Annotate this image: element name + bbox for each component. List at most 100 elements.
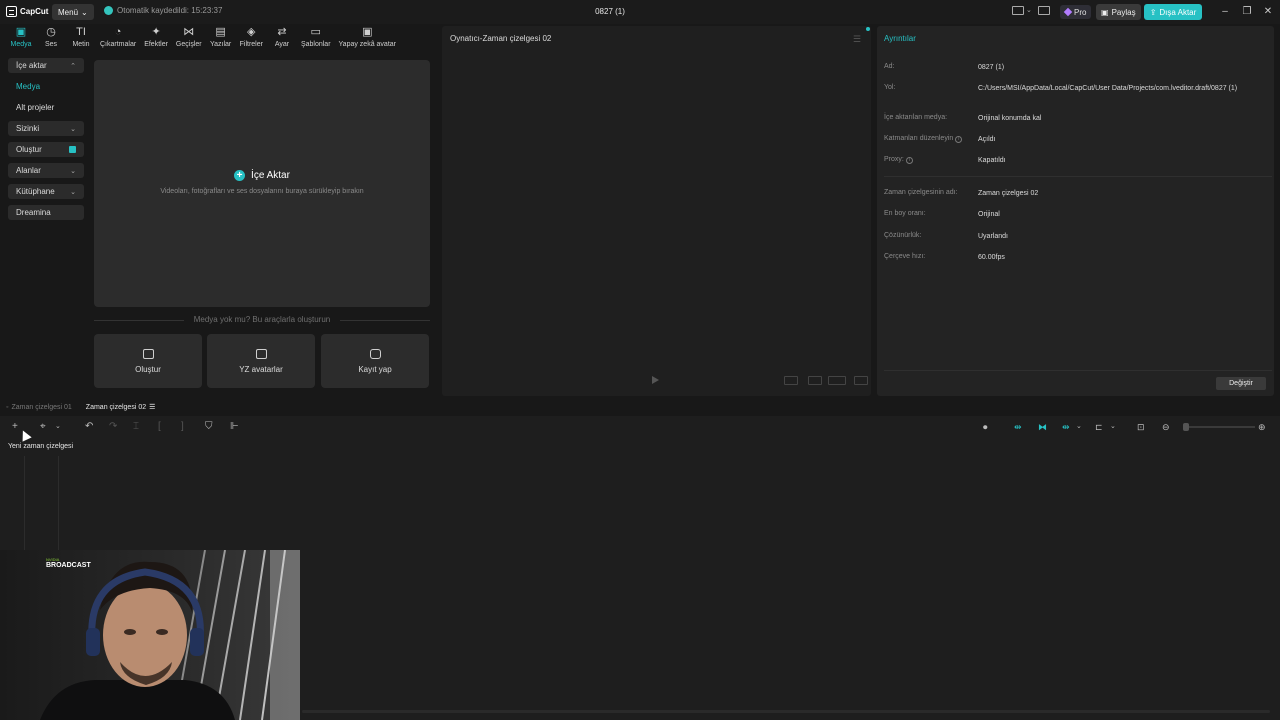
tool-captions[interactable]: ▤ Yazılar [206,26,236,52]
details-title: Ayrıntılar [884,34,916,43]
tool-label: Şablonlar [300,41,331,48]
new-timeline-plus-icon[interactable]: + [12,422,18,432]
share-icon: ▣ [1101,7,1109,17]
microphone-icon[interactable]: ⏺ [983,422,988,432]
fullscreen-icon[interactable] [854,376,868,385]
layout-icon[interactable] [1012,6,1024,15]
split-icon[interactable]: ⌶ [133,422,139,432]
sidebar-item-create[interactable]: Oluştur [8,142,84,157]
detail-value: Uyarlandı [978,233,1008,240]
tool-transitions[interactable]: ⋈ Geçişler [172,26,206,52]
sidebar-item-import[interactable]: İçe aktar ⌃ [8,58,84,73]
zoom-in-icon[interactable]: ⊕ [1258,422,1266,432]
tool-text[interactable]: TI Metin [66,26,96,52]
detail-row-imported-media: İçe aktarılan medya: Orijinal konumda ka… [884,114,1269,123]
undo-icon[interactable]: ↶ [85,422,93,432]
detail-key: Yol: [884,84,896,91]
create-card[interactable]: Oluştur [94,334,202,388]
tool-media[interactable]: ▣ Medya [6,26,36,52]
create-icon [142,348,154,359]
magnet-icon[interactable]: ⧓ [1038,422,1047,432]
snap-icon[interactable]: ⇹ [1062,422,1070,432]
change-button[interactable]: Değiştir [1216,377,1266,390]
tool-stickers[interactable]: ◔ Çıkartmalar [96,26,140,52]
shortcuts-icon[interactable] [1038,6,1050,15]
sidebar-item-label: Dreamina [16,208,51,217]
tool-templates[interactable]: ▭ Şablonlar [297,26,335,52]
tool-audio[interactable]: ◷ Ses [36,26,66,52]
webcam-image [0,550,300,720]
chevron-down-icon[interactable]: ⌄ [1076,422,1082,432]
tooltip: Yeni zaman çizelgesi [8,443,74,453]
chevron-down-icon[interactable]: ⌄ [55,422,61,432]
zoom-slider[interactable] [1185,426,1255,428]
menu-button[interactable]: Menü ⌄ [52,4,94,20]
media-icon: ▣ [15,26,27,38]
close-icon[interactable]: ✕ [1261,5,1275,19]
chevron-down-icon: ⌄ [70,188,76,196]
quality-icon[interactable] [828,376,846,385]
info-icon[interactable]: i [905,157,913,164]
record-card[interactable]: Kayıt yap [321,334,429,388]
timeline-scrollbar[interactable] [302,710,1270,713]
detail-row-frame-rate: Çerçeve hızı: 60.00fps [884,253,1269,262]
detail-key: En boy oranı: [884,210,926,217]
sidebar-item-yours[interactable]: Sizinki ⌄ [8,121,84,136]
zoom-out-icon[interactable]: ⊖ [1162,422,1170,432]
tab-timeline-01[interactable]: ◦ Zaman çizelgesi 01 [6,401,72,413]
minimize-icon[interactable]: – [1218,5,1232,19]
detail-row-resolution: Çözünürlük: Uyarlandı [884,232,1269,241]
trim-left-icon[interactable]: [ [158,422,161,432]
shield-icon[interactable]: ⛉ [205,422,213,432]
sidebar-item-dreamina[interactable]: Dreamina [8,205,84,220]
ratio-icon[interactable] [784,376,798,385]
captions-toggle-icon[interactable]: ⊡ [1137,422,1145,432]
fit-icon[interactable] [808,376,822,385]
detail-key: Katmanları düzenleyin i [884,135,978,144]
tab-label: Zaman çizelgesi 02 [85,403,147,411]
detail-row-aspect-ratio: En boy oranı: Orijinal [884,210,1269,219]
sidebar-item-spaces[interactable]: Alanlar ⌄ [8,163,84,178]
project-title: 0827 (1) [595,7,625,16]
play-icon[interactable] [652,376,659,384]
preview-axis-icon[interactable]: ⊏ [1095,422,1103,432]
select-cursor-icon[interactable]: ⌖ [40,422,46,432]
sidebar-item-media[interactable]: Medya [8,79,84,94]
sidebar-item-subprojects[interactable]: Alt projeler [8,100,84,115]
tool-filters[interactable]: ◈ Filtreler [236,26,267,52]
tool-adjust[interactable]: ⇄ Ayar [267,26,297,52]
divider [884,370,1272,371]
tool-effects[interactable]: ✦ Efektler [140,26,172,52]
tool-label: Filtreler [239,41,263,48]
export-button[interactable]: ⇪ Dışa Aktar [1144,4,1202,20]
share-label: Paylaş [1111,7,1136,17]
sidebar-item-library[interactable]: Kütüphane ⌄ [8,184,84,199]
track-divider [58,456,59,550]
filters-icon: ◈ [247,26,256,38]
marker-icon[interactable]: ⊩ [230,422,239,432]
restore-icon[interactable]: ❐ [1240,5,1254,19]
list-icon[interactable]: ☰ [149,403,155,411]
link-clips-icon[interactable]: ⇹ [1014,422,1022,432]
media-drop-zone[interactable]: + İçe Aktar Videoları, fotoğrafları ve s… [94,60,430,307]
app-name: CapCut [20,7,49,16]
chevron-down-icon[interactable]: ⌄ [1026,6,1032,14]
menu-icon[interactable]: ☰ [853,34,861,45]
adjust-icon: ⇄ [277,26,287,38]
zoom-slider-handle[interactable] [1183,423,1189,431]
share-button[interactable]: ▣ Paylaş [1096,4,1141,20]
info-icon[interactable]: i [955,136,963,143]
tab-timeline-02[interactable]: Zaman çizelgesi 02 ☰ [86,401,156,413]
player-panel: Oynatıcı-Zaman çizelgesi 02 ☰ [442,26,871,396]
trim-right-icon[interactable]: ] [181,422,184,432]
ai-avatars-card[interactable]: YZ avatarlar [207,334,315,388]
divider [884,176,1272,177]
chevron-down-icon[interactable]: ⌄ [1110,422,1116,432]
redo-icon[interactable]: ↷ [109,422,117,432]
pro-button[interactable]: Pro [1060,5,1092,19]
tool-ai-avatar[interactable]: ▣ Yapay zekâ avatar [335,26,400,52]
status-dot [866,27,870,31]
import-button[interactable]: + İçe Aktar [94,170,430,181]
sidebar-item-label: Medya [16,82,41,91]
title-bar: CapCut Menü ⌄ Otomatik kaydedildi: 15:23… [0,0,1280,24]
